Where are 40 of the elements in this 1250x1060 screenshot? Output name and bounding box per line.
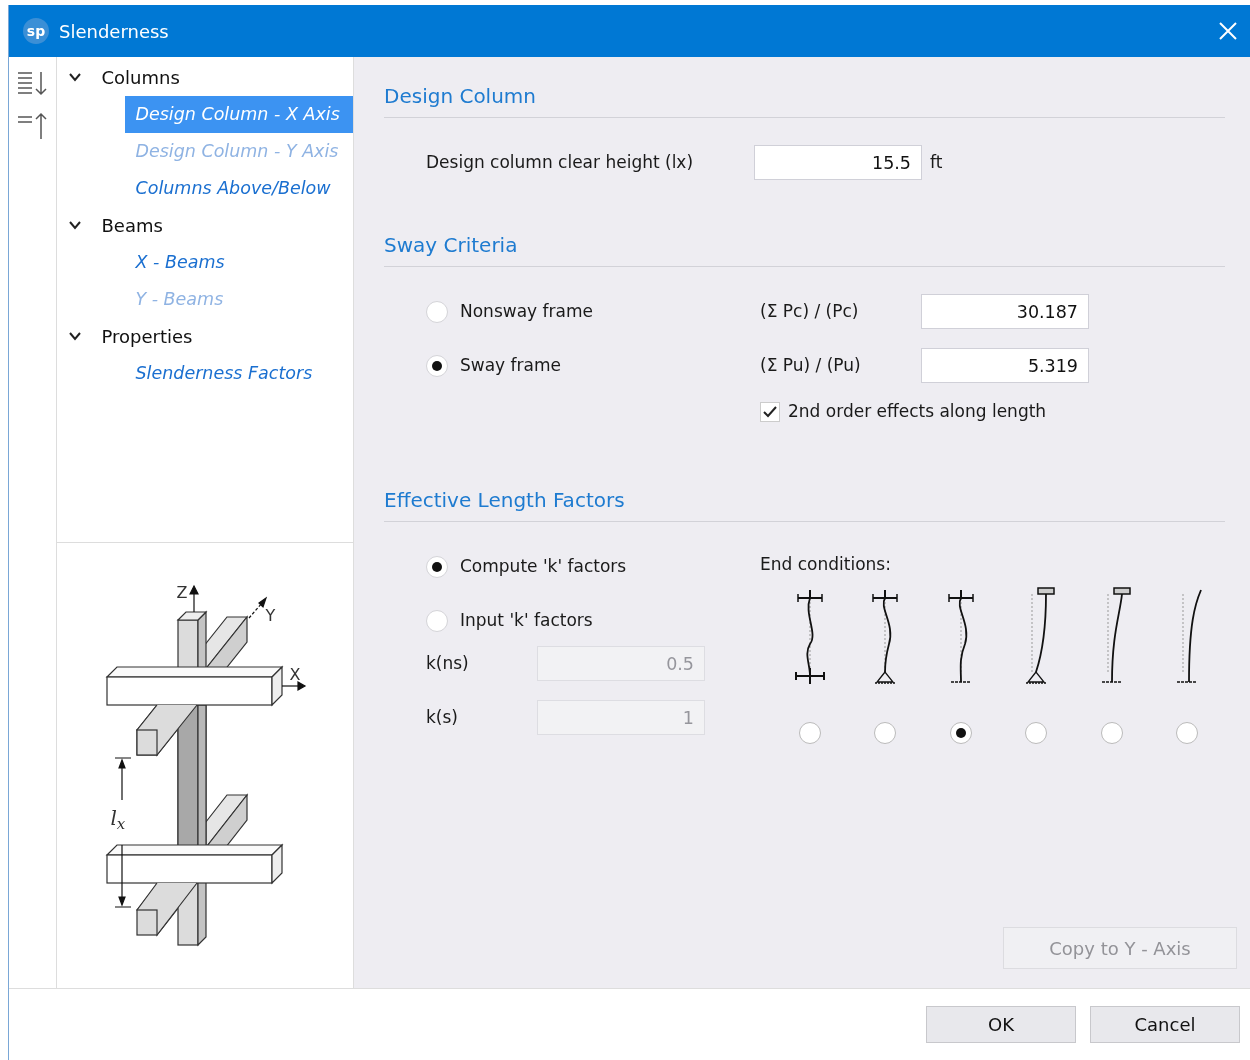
field-label: k(s)	[426, 705, 459, 729]
ratio-input[interactable]: 5.319	[921, 348, 1089, 383]
dialog-button[interactable]: Cancel	[1090, 1006, 1240, 1043]
unit-label: ft	[930, 150, 943, 174]
section-heading: Sway Criteria	[384, 230, 1225, 267]
field-label: k(ns)	[426, 651, 470, 675]
ratio-label: (Σ Pc) / (Pc)	[760, 299, 860, 323]
end-conditions-label: End conditions:	[760, 553, 892, 576]
section-heading: Design Column	[384, 81, 1225, 118]
ratio-input[interactable]: 30.187	[921, 294, 1089, 329]
radio-button[interactable]: Compute 'k' factors	[426, 552, 760, 582]
dialog-button[interactable]: OK	[926, 1006, 1076, 1043]
radio-button[interactable]	[1100, 721, 1123, 744]
radio-button[interactable]	[874, 721, 897, 744]
window-title: Slenderness	[59, 19, 169, 44]
tree-item[interactable]: X - Beams	[125, 244, 353, 281]
checkbox[interactable]: 2nd order effects along length	[760, 399, 1225, 425]
height-input[interactable]: 15.5	[754, 145, 922, 180]
radio-button[interactable]	[798, 721, 821, 744]
radio-button[interactable]: Sway frame	[426, 352, 760, 379]
axis-label: Y	[265, 608, 276, 624]
radio-button[interactable]	[949, 721, 972, 744]
radio-button[interactable]	[1025, 721, 1048, 744]
field-label: Design column clear height (lx)	[426, 150, 695, 174]
tree-group-label: Properties	[101, 325, 193, 349]
checkmark-icon	[763, 406, 777, 418]
tree-group-label: Beams	[101, 214, 163, 238]
tree-item[interactable]: Slenderness Factors	[125, 355, 353, 392]
ratio-label: (Σ Pu) / (Pu)	[760, 353, 862, 377]
radio-button[interactable]	[1176, 721, 1199, 744]
tree-group-label: Columns	[101, 66, 180, 90]
axis-label: Z	[176, 585, 188, 601]
axis-label: X	[289, 667, 301, 683]
section-heading: Effective Length Factors	[384, 485, 1225, 522]
tree-item[interactable]: Columns Above/Below	[125, 170, 353, 207]
radio-button[interactable]: Nonsway frame	[426, 298, 760, 325]
app-logo: sp	[23, 18, 49, 44]
expand-all-icon[interactable]	[15, 69, 50, 97]
axis-label: l$_{x}$	[110, 808, 126, 828]
radio-button[interactable]: Input 'k' factors	[426, 606, 760, 636]
